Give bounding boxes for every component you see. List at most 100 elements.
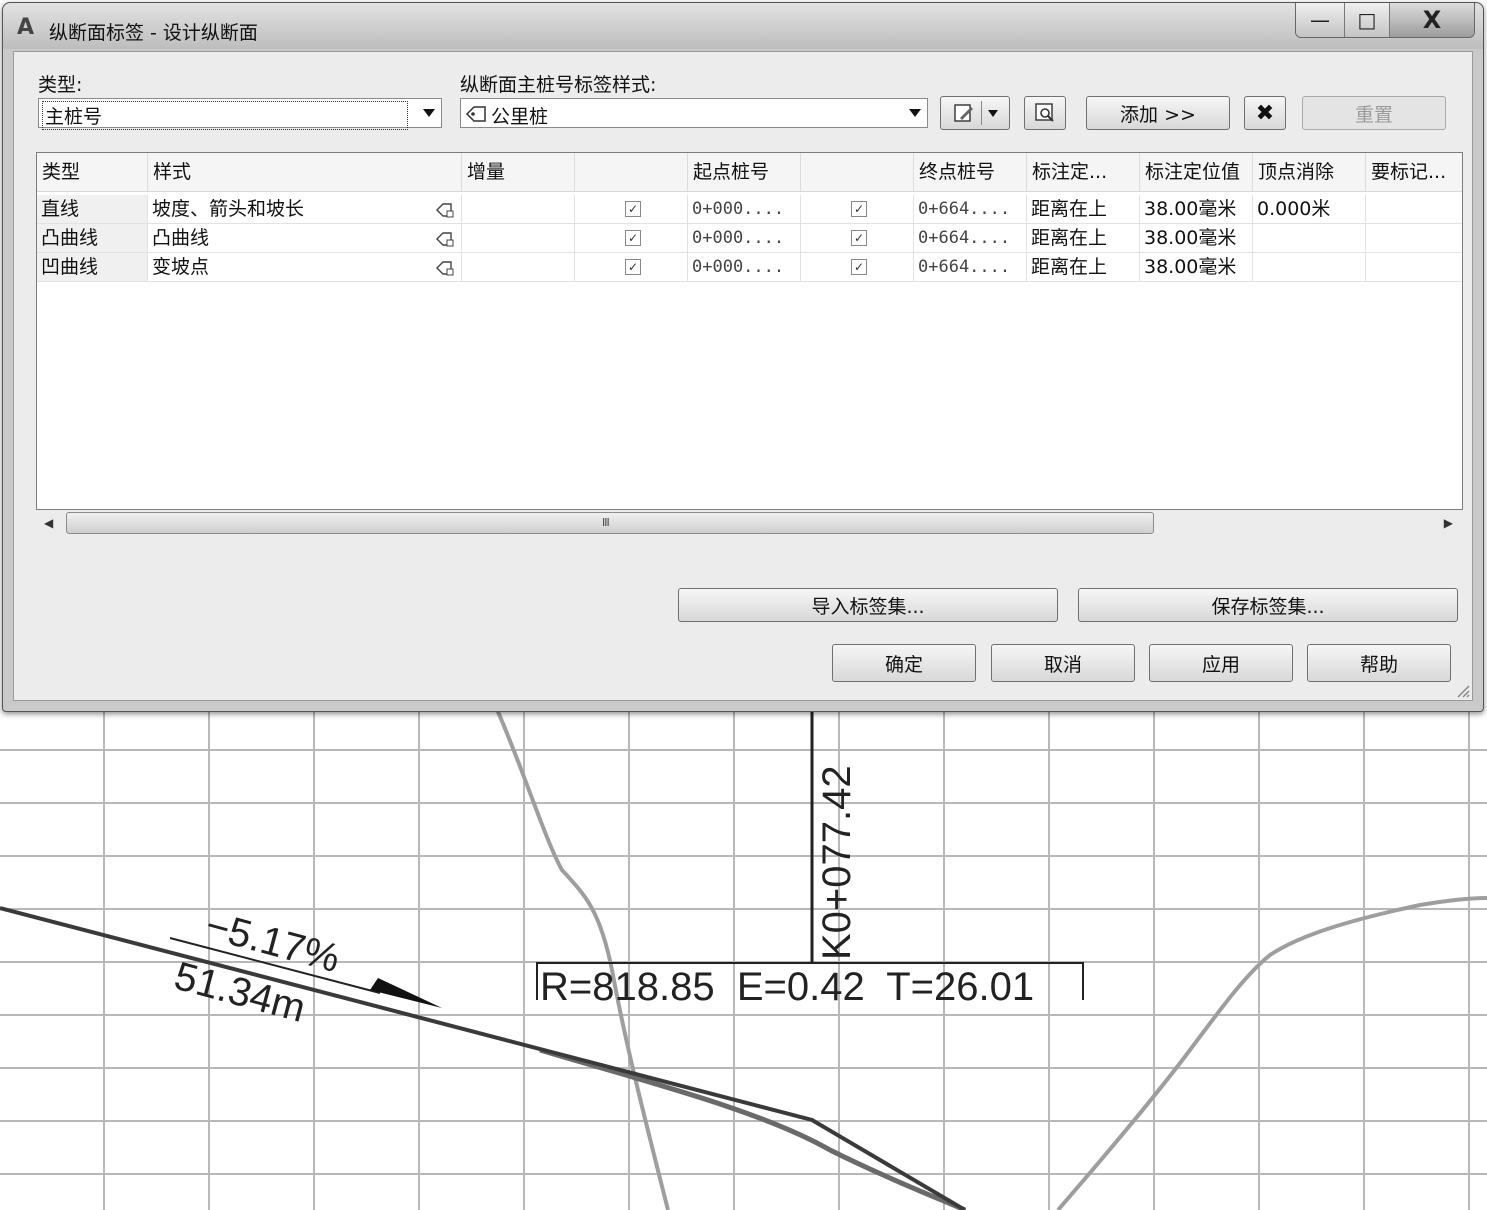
title-bar[interactable]: A 纵断面标签 - 设计纵断面 — □ X <box>3 3 1483 49</box>
scroll-right-icon[interactable]: ▶ <box>1444 516 1453 530</box>
row-anchor-value[interactable]: 38.00毫米 <box>1140 224 1253 252</box>
row-start-toggle: ✓ <box>575 195 688 223</box>
column-header-increment[interactable]: 增量 <box>462 153 575 191</box>
import-label-set-button[interactable]: 导入标签集... <box>678 588 1058 622</box>
column-header-end-station[interactable]: 终点桩号 <box>914 153 1027 191</box>
column-header-mark[interactable]: 要标记... <box>1366 153 1462 191</box>
maximize-button[interactable]: □ <box>1345 3 1390 37</box>
table-row[interactable]: 直线 坡度、箭头和坡长 ✓ 0+000.... ✓ 0+664.... 距离在上… <box>37 195 1462 224</box>
chevron-down-icon <box>909 109 921 117</box>
column-header-vertex-clear[interactable]: 顶点消除 <box>1253 153 1366 191</box>
row-start-station[interactable]: 0+000.... <box>688 195 801 223</box>
end-checkbox[interactable]: ✓ <box>851 230 867 246</box>
row-style[interactable]: 变坡点 <box>148 253 462 281</box>
column-header-start-station[interactable]: 起点桩号 <box>688 153 801 191</box>
row-mark[interactable] <box>1366 224 1462 252</box>
row-style-text: 变坡点 <box>152 256 210 278</box>
row-vertex-clear[interactable] <box>1253 224 1366 252</box>
window-title: 纵断面标签 - 设计纵断面 <box>49 22 258 44</box>
row-end-station[interactable]: 0+664.... <box>914 253 1027 281</box>
column-header-style[interactable]: 样式 <box>148 153 462 191</box>
start-checkbox[interactable]: ✓ <box>625 259 641 275</box>
label-grid[interactable]: 类型 样式 增量 起点桩号 终点桩号 标注定... 标注定位值 顶点消除 要标记… <box>36 152 1463 510</box>
row-mark[interactable] <box>1366 195 1462 223</box>
table-row[interactable]: 凹曲线 变坡点 ✓ 0+000.... ✓ 0+664.... 距离在上 38.… <box>37 253 1462 282</box>
chevron-down-icon <box>987 109 998 117</box>
apply-button[interactable]: 应用 <box>1149 644 1293 682</box>
delete-icon: ✖ <box>1255 100 1275 126</box>
row-anchor-value[interactable]: 38.00毫米 <box>1140 195 1253 223</box>
reset-button: 重置 <box>1302 96 1446 130</box>
row-type: 直线 <box>37 195 148 223</box>
row-style[interactable]: 凸曲线 <box>148 224 462 252</box>
row-style-text: 凸曲线 <box>152 227 210 249</box>
row-increment[interactable] <box>462 195 575 223</box>
row-end-station[interactable]: 0+664.... <box>914 195 1027 223</box>
column-header-anchor[interactable]: 标注定... <box>1027 153 1140 191</box>
station-label: K0+077.42 <box>815 765 859 960</box>
row-start-station[interactable]: 0+000.... <box>688 253 801 281</box>
row-start-station[interactable]: 0+000.... <box>688 224 801 252</box>
start-checkbox[interactable]: ✓ <box>625 230 641 246</box>
minimize-button[interactable]: — <box>1296 3 1345 37</box>
style-dropdown[interactable]: 公里桩 <box>460 98 928 128</box>
style-label: 纵断面主桩号标签样式: <box>460 74 657 96</box>
delete-button[interactable]: ✖ <box>1244 96 1286 130</box>
row-anchor-value[interactable]: 38.00毫米 <box>1140 253 1253 281</box>
row-vertex-clear[interactable] <box>1253 253 1366 281</box>
scroll-thumb[interactable]: III <box>66 512 1154 534</box>
grid-header: 类型 样式 增量 起点桩号 终点桩号 标注定... 标注定位值 顶点消除 要标记… <box>37 153 1462 192</box>
row-type: 凸曲线 <box>37 224 148 252</box>
type-dropdown-value: 主桩号 <box>42 101 408 130</box>
table-row[interactable]: 凸曲线 凸曲线 ✓ 0+000.... ✓ 0+664.... 距离在上 38.… <box>37 224 1462 253</box>
preview-style-button[interactable] <box>1024 96 1066 130</box>
row-end-toggle: ✓ <box>801 253 914 281</box>
save-label-set-button[interactable]: 保存标签集... <box>1078 588 1458 622</box>
style-tag-icon[interactable] <box>435 259 455 277</box>
edit-style-split-button[interactable] <box>940 96 1010 130</box>
add-button[interactable]: 添加 >> <box>1086 96 1230 130</box>
row-start-toggle: ✓ <box>575 224 688 252</box>
resize-grip-icon[interactable] <box>1454 682 1470 698</box>
end-checkbox[interactable]: ✓ <box>851 259 867 275</box>
type-label: 类型: <box>38 74 83 96</box>
row-anchor[interactable]: 距离在上 <box>1027 224 1140 252</box>
horizontal-scrollbar[interactable]: ◀ III ▶ <box>36 510 1461 536</box>
row-anchor[interactable]: 距离在上 <box>1027 195 1140 223</box>
row-end-toggle: ✓ <box>801 224 914 252</box>
profile-labels-dialog: A 纵断面标签 - 设计纵断面 — □ X 类型: 主桩号 纵断面主桩号标签样式… <box>2 2 1484 712</box>
style-tag-icon[interactable] <box>435 230 455 248</box>
scroll-left-icon[interactable]: ◀ <box>44 516 53 530</box>
row-style-text: 坡度、箭头和坡长 <box>152 198 305 220</box>
vertical-curve <box>539 1047 966 1210</box>
row-style[interactable]: 坡度、箭头和坡长 <box>148 195 462 223</box>
end-checkbox[interactable]: ✓ <box>851 201 867 217</box>
row-increment[interactable] <box>462 224 575 252</box>
row-vertex-clear[interactable]: 0.000米 <box>1253 195 1366 223</box>
column-header-anchor-value[interactable]: 标注定位值 <box>1140 153 1253 191</box>
row-anchor[interactable]: 距离在上 <box>1027 253 1140 281</box>
help-button[interactable]: 帮助 <box>1307 644 1451 682</box>
close-button[interactable]: X <box>1390 3 1474 37</box>
ground-line-left <box>493 704 670 1210</box>
grip-icon: III <box>602 516 610 529</box>
dialog-body: 类型: 主桩号 纵断面主桩号标签样式: 公里桩 添加 >> ✖ 重置 类型 样式… <box>13 51 1473 701</box>
grade-arrow-icon <box>370 978 442 1008</box>
ok-button[interactable]: 确定 <box>832 644 976 682</box>
row-start-toggle: ✓ <box>575 253 688 281</box>
type-dropdown[interactable]: 主桩号 <box>38 98 442 130</box>
row-end-toggle: ✓ <box>801 195 914 223</box>
row-end-station[interactable]: 0+664.... <box>914 224 1027 252</box>
start-checkbox[interactable]: ✓ <box>625 201 641 217</box>
app-logo-icon: A <box>17 15 35 40</box>
row-mark[interactable] <box>1366 253 1462 281</box>
cancel-button[interactable]: 取消 <box>991 644 1135 682</box>
column-header-end-toggle[interactable] <box>801 153 914 191</box>
style-dropdown-value: 公里桩 <box>491 106 549 128</box>
style-tag-icon[interactable] <box>435 201 455 219</box>
column-header-start-toggle[interactable] <box>575 153 688 191</box>
row-increment[interactable] <box>462 253 575 281</box>
column-header-type[interactable]: 类型 <box>37 153 148 191</box>
preview-icon <box>1035 103 1054 122</box>
row-type: 凹曲线 <box>37 253 148 281</box>
